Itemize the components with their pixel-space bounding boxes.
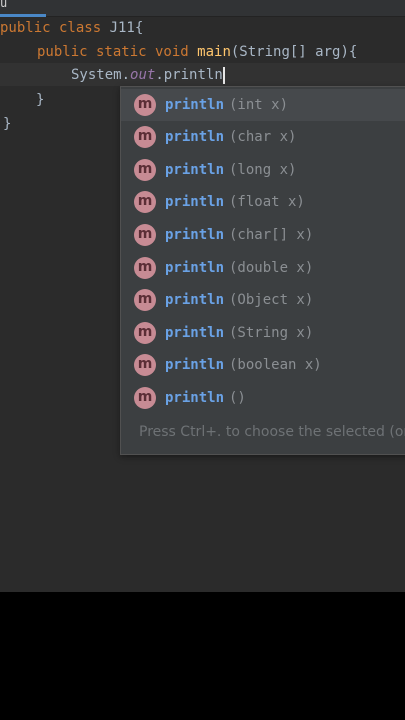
completion-item[interactable]: m println (char[] x)	[121, 219, 405, 251]
completion-item-name: println	[165, 129, 225, 145]
code-line-1[interactable]: public class J11{	[0, 16, 143, 40]
editor-tab-bar: u	[0, 0, 405, 17]
method-icon: m	[134, 126, 156, 148]
completion-item-name: println	[165, 325, 225, 341]
method-icon: m	[134, 191, 156, 213]
completion-item-name: println	[165, 227, 225, 243]
completion-item[interactable]: m println (int x)	[121, 89, 405, 121]
editor-tab[interactable]: u	[0, 0, 7, 10]
completion-item-name: println	[165, 357, 225, 373]
completion-item[interactable]: m println ()	[121, 382, 405, 414]
completion-item-params: (float x)	[229, 194, 305, 210]
text-caret	[222, 66, 225, 84]
keyword: public static void	[37, 44, 198, 60]
method-icon: m	[134, 322, 156, 344]
method-icon: m	[134, 387, 156, 409]
method-call: .println	[155, 67, 223, 83]
completion-item-params: (long x)	[229, 162, 297, 178]
completion-item-name: println	[165, 292, 225, 308]
completion-item-params: (String x)	[229, 325, 314, 341]
keyword: public class	[0, 20, 110, 36]
completion-item-name: println	[165, 162, 225, 178]
code-line-4[interactable]: }	[36, 88, 44, 112]
method-signature: (String[] arg){	[230, 44, 358, 60]
completion-item[interactable]: m println (long x)	[121, 154, 405, 186]
method-icon: m	[134, 257, 156, 279]
method-icon: m	[134, 354, 156, 376]
completion-item-name: println	[165, 194, 225, 210]
static-field: out	[130, 67, 156, 83]
code-line-3[interactable]: System.out.println	[71, 63, 225, 87]
completion-item-params: ()	[229, 390, 246, 406]
completion-item-name: println	[165, 260, 225, 276]
completion-item-params: (Object x)	[229, 292, 314, 308]
completion-item[interactable]: m println (Object x)	[121, 284, 405, 316]
object-ref: System.	[71, 67, 131, 83]
code-line-2[interactable]: public static void main(String[] arg){	[37, 40, 357, 64]
method-icon: m	[134, 159, 156, 181]
method-icon: m	[134, 224, 156, 246]
completion-item[interactable]: m println (double x)	[121, 252, 405, 284]
method-name: main	[197, 44, 231, 60]
completion-item-name: println	[165, 97, 225, 113]
completion-item-params: (boolean x)	[229, 357, 322, 373]
completion-item-params: (char[] x)	[229, 227, 314, 243]
completion-popup: m println (int x) m println (char x) m p…	[120, 86, 405, 455]
completion-hint: Press Ctrl+. to choose the selected (or …	[139, 424, 405, 440]
completion-item[interactable]: m println (String x)	[121, 317, 405, 349]
completion-item-name: println	[165, 390, 225, 406]
completion-item[interactable]: m println (boolean x)	[121, 349, 405, 381]
completion-item-params: (double x)	[229, 260, 314, 276]
completion-item[interactable]: m println (float x)	[121, 186, 405, 218]
letterbox-bottom	[0, 592, 405, 720]
completion-item-params: (int x)	[229, 97, 289, 113]
completion-item[interactable]: m println (char x)	[121, 121, 405, 153]
method-icon: m	[134, 289, 156, 311]
code-line-5[interactable]: }	[3, 112, 11, 136]
code-editor[interactable]: u public class J11{ public static void m…	[0, 0, 405, 592]
completion-item-params: (char x)	[229, 129, 297, 145]
class-name: J11{	[109, 20, 144, 36]
method-icon: m	[134, 94, 156, 116]
